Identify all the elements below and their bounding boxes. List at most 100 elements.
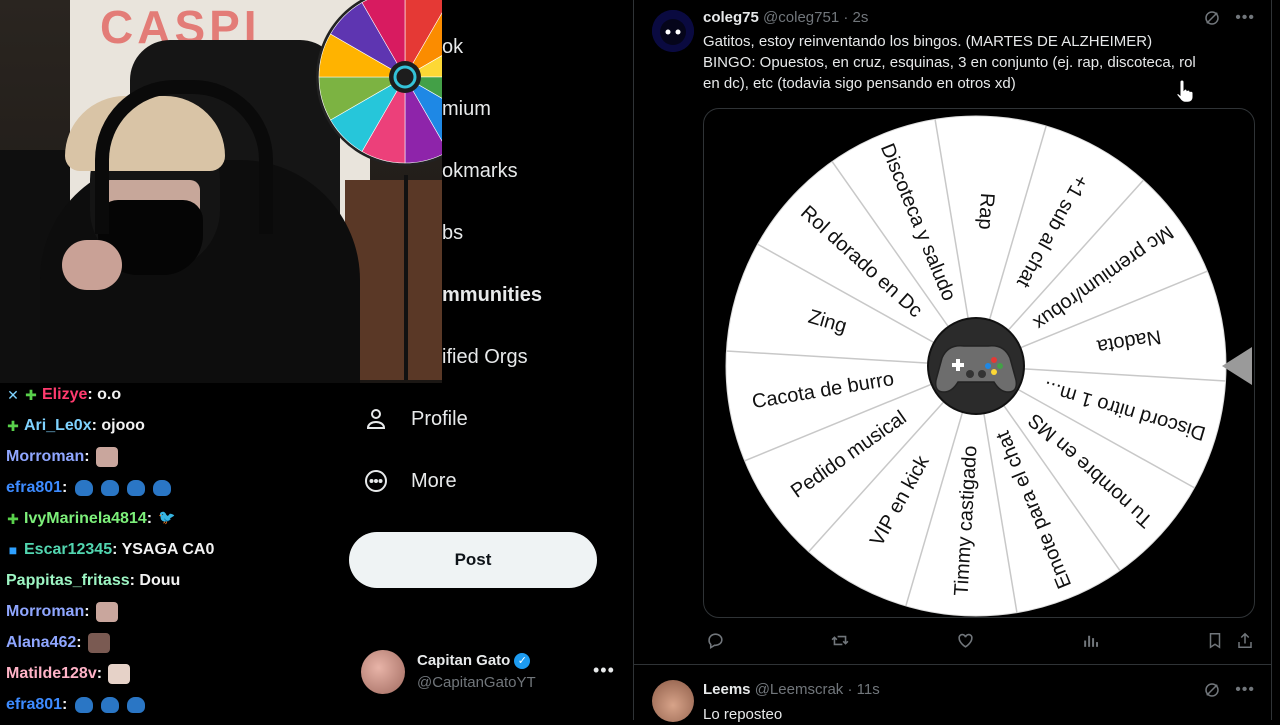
cube-badge-icon: ■ [8,542,18,558]
emote-icon [87,633,110,653]
share-icon[interactable] [1233,628,1257,652]
chat-text: : o.o [87,386,122,403]
chat-message: ✚ IvyMarinela4814 : 🐦 [6,507,180,531]
account-switcher[interactable]: Capitan Gato ✓ @CapitanGatoYT ••• [361,648,621,698]
chat-username[interactable]: Pappitas_fritass [6,572,130,590]
display-name[interactable]: coleg75 [703,9,759,26]
display-name[interactable]: Leems [703,681,751,698]
more-options-icon[interactable]: ••• [1235,9,1255,32]
nav-item-bookmarks[interactable]: okmarks [442,160,518,183]
tweet-media[interactable]: Rap +1 sub al chat Mc premium/robux Nadota D… [703,108,1255,618]
tweet-text: Lo reposteo [703,706,783,723]
chat-username[interactable]: efra801 [6,696,62,714]
grok-icon[interactable] [1203,681,1221,704]
prize-wheel-physical [316,0,442,166]
chat-message: ✚ Ari_Le0x: ojooo [6,414,145,438]
tweet-top-icons: ••• [1203,681,1255,704]
chat-username[interactable]: efra801 [6,479,62,497]
tweet-header: Leems @Leemscrak · 11s [703,681,880,698]
avatar [361,650,405,694]
nav-item-label: More [411,469,457,492]
chat-text: : [76,634,82,651]
emote-icon [101,480,120,496]
tweet-text: Gatitos, estoy reinventando los bingos. … [703,31,1248,94]
tweet-header: coleg75 @coleg751 · 2s [703,9,868,26]
repost-icon[interactable] [828,628,852,652]
more-options-icon[interactable]: ••• [1235,681,1255,704]
chat-username[interactable]: Matilde128v [6,665,97,683]
reply-icon[interactable] [703,628,727,652]
chat-message: Morroman : [6,445,118,469]
sword-badge-icon: ✕ [7,387,19,403]
avatar[interactable] [652,10,694,52]
bookmark-icon[interactable] [1203,628,1227,652]
chat-username[interactable]: Alana462 [6,634,76,652]
chat-username[interactable]: Elizye [42,386,87,404]
tweet-text-line: BINGO: Opuestos, en cruz, esquinas, 3 en… [703,54,1196,71]
handle-time: @coleg751 · 2s [763,9,869,26]
nav-item-grok[interactable]: ok [442,36,463,59]
nav-item-verified-orgs[interactable]: ified Orgs [442,346,528,369]
nav-item-jobs[interactable]: bs [442,222,463,245]
emote-icon [153,480,172,496]
hand-cursor-icon [1176,79,1194,103]
chat-message: ■ Escar12345: YSAGA CA0 [6,538,215,562]
nav-item-premium[interactable]: mium [442,98,491,121]
nav-item-label: Profile [411,407,468,430]
tweet-actions [703,628,1252,654]
chat-username[interactable]: Morroman [6,603,84,621]
chat-text: : [84,603,90,620]
gem-badge-icon: ✚ [7,418,19,434]
emote-icon [127,480,146,496]
timeline: coleg75 @coleg751 · 2s ••• Gatitos, esto… [633,0,1272,723]
emote-icon [108,664,131,684]
chat-text: : Douu [129,572,181,589]
nav-item-profile[interactable]: Profile [362,405,468,433]
chat-message: ✕ ✚ Elizye: o.o [6,383,121,407]
chat-username[interactable]: Morroman [6,448,84,466]
avatar[interactable] [652,680,694,722]
gem-badge-icon: ✚ [7,511,19,527]
nav-item-communities[interactable]: mmunities [442,284,542,307]
nav-item-more[interactable]: More [362,467,457,495]
emote-icon: 🐦 [158,509,176,525]
streamer-hand [62,240,122,290]
tweet[interactable]: Leems @Leemscrak · 11s ••• Lo reposteo [634,665,1271,723]
chat-message: Morroman : [6,600,118,624]
handle-time: @Leemscrak · 11s [754,681,880,698]
chat-username[interactable]: IvyMarinela4814 [24,510,147,528]
wheel-segment-label: Rap [974,192,998,230]
chat-username[interactable]: Escar12345 [24,541,112,559]
chat-text: : YSAGA CA0 [112,541,215,558]
verified-badge-icon: ✓ [514,652,531,669]
wheel-stand [404,175,408,380]
chat-message: Alana462 : [6,631,110,655]
wheel-pointer-icon [1222,347,1252,385]
emote-icon [75,480,94,496]
chat-message: Matilde128v : [6,662,131,686]
webcam-feed: CASPI [0,0,442,383]
spin-wheel[interactable]: Rap +1 sub al chatMc premium/robuxNadotaD… [704,109,1254,617]
chat-text: : [96,665,103,682]
emote-icon [101,697,120,713]
views-icon[interactable] [1078,628,1102,652]
post-button[interactable]: Post [349,532,597,588]
chat-text: : [84,448,90,465]
emote-icon [75,697,94,713]
like-icon[interactable] [953,628,977,652]
more-options-icon[interactable]: ••• [593,660,615,681]
emote-icon [95,602,118,622]
account-handle: @CapitanGatoYT [417,674,536,691]
grok-icon[interactable] [1203,9,1221,32]
emote-icon [95,447,118,467]
chat-message: efra801 : [6,476,172,500]
chat-text: : [146,510,153,527]
chat-text: : ojooo [91,417,145,434]
account-name: Capitan Gato [417,652,511,669]
chat-text: : [62,696,68,713]
chat-username[interactable]: Ari_Le0x [24,417,92,435]
tweet-text-line: Gatitos, estoy reinventando los bingos. … [703,33,1153,50]
avatar-face-icon [652,10,694,52]
chat-message: efra801 : [6,693,146,717]
more-circle-icon [362,467,390,495]
